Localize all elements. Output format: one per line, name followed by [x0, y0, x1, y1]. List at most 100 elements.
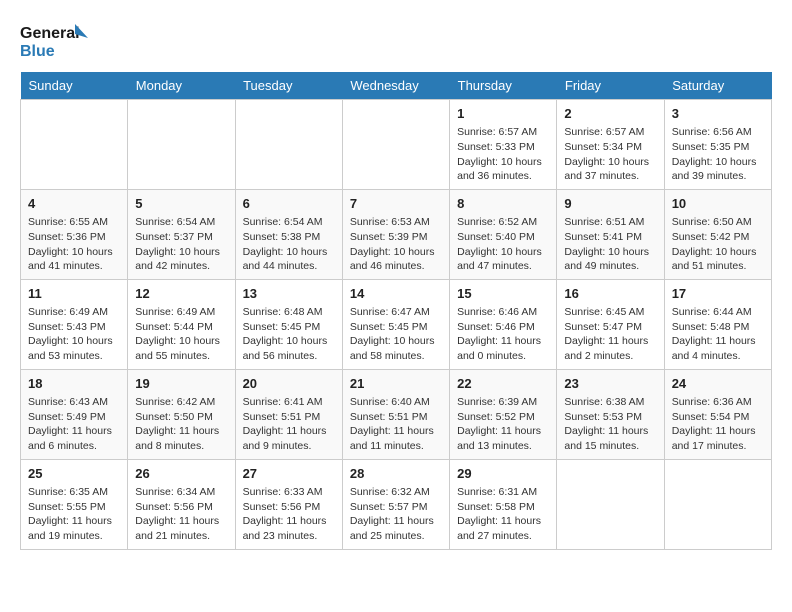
calendar-cell: 12 Sunrise: 6:49 AM Sunset: 5:44 PM Dayli… [128, 279, 235, 369]
day-number: 1 [457, 105, 549, 123]
calendar-week-3: 11 Sunrise: 6:49 AM Sunset: 5:43 PM Dayli… [21, 279, 772, 369]
day-info: Sunrise: 6:54 AM Sunset: 5:37 PM Dayligh… [135, 215, 227, 274]
calendar-cell: 11 Sunrise: 6:49 AM Sunset: 5:43 PM Dayli… [21, 279, 128, 369]
day-info: Sunrise: 6:55 AM Sunset: 5:36 PM Dayligh… [28, 215, 120, 274]
day-info: Sunrise: 6:53 AM Sunset: 5:39 PM Dayligh… [350, 215, 442, 274]
calendar-cell: 3 Sunrise: 6:56 AM Sunset: 5:35 PM Daylig… [664, 100, 771, 190]
calendar-cell [342, 100, 449, 190]
day-number: 18 [28, 375, 120, 393]
calendar-week-5: 25Sunrise: 6:35 AM Sunset: 5:55 PM Dayli… [21, 459, 772, 549]
day-info: Sunrise: 6:42 AM Sunset: 5:50 PM Dayligh… [135, 395, 227, 454]
calendar-cell [128, 100, 235, 190]
day-info: Sunrise: 6:40 AM Sunset: 5:51 PM Dayligh… [350, 395, 442, 454]
day-info: Sunrise: 6:38 AM Sunset: 5:53 PM Dayligh… [564, 395, 656, 454]
calendar-cell [21, 100, 128, 190]
calendar-cell: 5Sunrise: 6:54 AM Sunset: 5:37 PM Daylig… [128, 189, 235, 279]
svg-text:Blue: Blue [20, 43, 55, 60]
day-number: 8 [457, 195, 549, 213]
day-info: Sunrise: 6:33 AM Sunset: 5:56 PM Dayligh… [243, 485, 335, 544]
day-info: Sunrise: 6:43 AM Sunset: 5:49 PM Dayligh… [28, 395, 120, 454]
day-info: Sunrise: 6:47 AM Sunset: 5:45 PM Dayligh… [350, 305, 442, 364]
calendar-cell: 28 Sunrise: 6:32 AM Sunset: 5:57 PM Dayli… [342, 459, 449, 549]
day-number: 27 [243, 465, 335, 483]
col-header-wednesday: Wednesday [342, 72, 449, 100]
day-number: 28 [350, 465, 442, 483]
day-number: 13 [243, 285, 335, 303]
calendar-cell: 7 Sunrise: 6:53 AM Sunset: 5:39 PM Daylig… [342, 189, 449, 279]
calendar-cell: 6Sunrise: 6:54 AM Sunset: 5:38 PM Daylig… [235, 189, 342, 279]
calendar-week-2: 4 Sunrise: 6:55 AM Sunset: 5:36 PM Daylig… [21, 189, 772, 279]
day-number: 7 [350, 195, 442, 213]
calendar-cell: 27 Sunrise: 6:33 AM Sunset: 5:56 PM Dayli… [235, 459, 342, 549]
day-info: Sunrise: 6:35 AM Sunset: 5:55 PM Dayligh… [28, 485, 120, 544]
day-info: Sunrise: 6:49 AM Sunset: 5:43 PM Dayligh… [28, 305, 120, 364]
calendar-cell [235, 100, 342, 190]
day-info: Sunrise: 6:57 AM Sunset: 5:34 PM Dayligh… [564, 125, 656, 184]
day-number: 23 [564, 375, 656, 393]
day-info: Sunrise: 6:44 AM Sunset: 5:48 PM Dayligh… [672, 305, 764, 364]
calendar-cell: 23 Sunrise: 6:38 AM Sunset: 5:53 PM Dayli… [557, 369, 664, 459]
day-number: 17 [672, 285, 764, 303]
day-info: Sunrise: 6:49 AM Sunset: 5:44 PM Dayligh… [135, 305, 227, 364]
day-info: Sunrise: 6:36 AM Sunset: 5:54 PM Dayligh… [672, 395, 764, 454]
logo: GeneralBlue [20, 20, 100, 62]
calendar-cell: 13 Sunrise: 6:48 AM Sunset: 5:45 PM Dayli… [235, 279, 342, 369]
calendar-cell [664, 459, 771, 549]
calendar-week-4: 18 Sunrise: 6:43 AM Sunset: 5:49 PM Dayli… [21, 369, 772, 459]
calendar-cell: 29 Sunrise: 6:31 AM Sunset: 5:58 PM Dayli… [450, 459, 557, 549]
day-info: Sunrise: 6:52 AM Sunset: 5:40 PM Dayligh… [457, 215, 549, 274]
calendar-cell: 21 Sunrise: 6:40 AM Sunset: 5:51 PM Dayli… [342, 369, 449, 459]
calendar-cell: 20 Sunrise: 6:41 AM Sunset: 5:51 PM Dayli… [235, 369, 342, 459]
day-info: Sunrise: 6:51 AM Sunset: 5:41 PM Dayligh… [564, 215, 656, 274]
day-number: 26 [135, 465, 227, 483]
day-number: 20 [243, 375, 335, 393]
calendar-cell: 22 Sunrise: 6:39 AM Sunset: 5:52 PM Dayli… [450, 369, 557, 459]
day-number: 19 [135, 375, 227, 393]
calendar-cell: 9 Sunrise: 6:51 AM Sunset: 5:41 PM Daylig… [557, 189, 664, 279]
day-number: 11 [28, 285, 120, 303]
calendar-cell: 17 Sunrise: 6:44 AM Sunset: 5:48 PM Dayli… [664, 279, 771, 369]
day-number: 21 [350, 375, 442, 393]
calendar-header-row: SundayMondayTuesdayWednesdayThursdayFrid… [21, 72, 772, 100]
calendar-cell: 26 Sunrise: 6:34 AM Sunset: 5:56 PM Dayli… [128, 459, 235, 549]
day-info: Sunrise: 6:57 AM Sunset: 5:33 PM Dayligh… [457, 125, 549, 184]
calendar-cell [557, 459, 664, 549]
calendar-cell: 1 Sunrise: 6:57 AM Sunset: 5:33 PM Daylig… [450, 100, 557, 190]
calendar-week-1: 1 Sunrise: 6:57 AM Sunset: 5:33 PM Daylig… [21, 100, 772, 190]
calendar-cell: 16Sunrise: 6:45 AM Sunset: 5:47 PM Dayli… [557, 279, 664, 369]
day-info: Sunrise: 6:56 AM Sunset: 5:35 PM Dayligh… [672, 125, 764, 184]
day-info: Sunrise: 6:41 AM Sunset: 5:51 PM Dayligh… [243, 395, 335, 454]
day-info: Sunrise: 6:32 AM Sunset: 5:57 PM Dayligh… [350, 485, 442, 544]
calendar-cell: 14 Sunrise: 6:47 AM Sunset: 5:45 PM Dayli… [342, 279, 449, 369]
day-info: Sunrise: 6:48 AM Sunset: 5:45 PM Dayligh… [243, 305, 335, 364]
calendar-cell: 8 Sunrise: 6:52 AM Sunset: 5:40 PM Daylig… [450, 189, 557, 279]
day-number: 2 [564, 105, 656, 123]
calendar-cell: 19 Sunrise: 6:42 AM Sunset: 5:50 PM Dayli… [128, 369, 235, 459]
day-info: Sunrise: 6:54 AM Sunset: 5:38 PM Dayligh… [243, 215, 335, 274]
svg-text:General: General [20, 25, 80, 42]
calendar-cell: 15Sunrise: 6:46 AM Sunset: 5:46 PM Dayli… [450, 279, 557, 369]
calendar-cell: 25Sunrise: 6:35 AM Sunset: 5:55 PM Dayli… [21, 459, 128, 549]
day-info: Sunrise: 6:34 AM Sunset: 5:56 PM Dayligh… [135, 485, 227, 544]
day-info: Sunrise: 6:46 AM Sunset: 5:46 PM Dayligh… [457, 305, 549, 364]
day-number: 12 [135, 285, 227, 303]
day-number: 9 [564, 195, 656, 213]
day-info: Sunrise: 6:39 AM Sunset: 5:52 PM Dayligh… [457, 395, 549, 454]
calendar-cell: 24Sunrise: 6:36 AM Sunset: 5:54 PM Dayli… [664, 369, 771, 459]
day-number: 22 [457, 375, 549, 393]
day-number: 16 [564, 285, 656, 303]
day-number: 10 [672, 195, 764, 213]
col-header-friday: Friday [557, 72, 664, 100]
logo-svg: GeneralBlue [20, 20, 100, 62]
calendar-cell: 4 Sunrise: 6:55 AM Sunset: 5:36 PM Daylig… [21, 189, 128, 279]
calendar-cell: 18 Sunrise: 6:43 AM Sunset: 5:49 PM Dayli… [21, 369, 128, 459]
day-info: Sunrise: 6:50 AM Sunset: 5:42 PM Dayligh… [672, 215, 764, 274]
day-number: 14 [350, 285, 442, 303]
day-number: 3 [672, 105, 764, 123]
page-header: GeneralBlue [20, 20, 772, 62]
day-number: 4 [28, 195, 120, 213]
col-header-tuesday: Tuesday [235, 72, 342, 100]
day-info: Sunrise: 6:31 AM Sunset: 5:58 PM Dayligh… [457, 485, 549, 544]
day-number: 29 [457, 465, 549, 483]
calendar-table: SundayMondayTuesdayWednesdayThursdayFrid… [20, 72, 772, 550]
